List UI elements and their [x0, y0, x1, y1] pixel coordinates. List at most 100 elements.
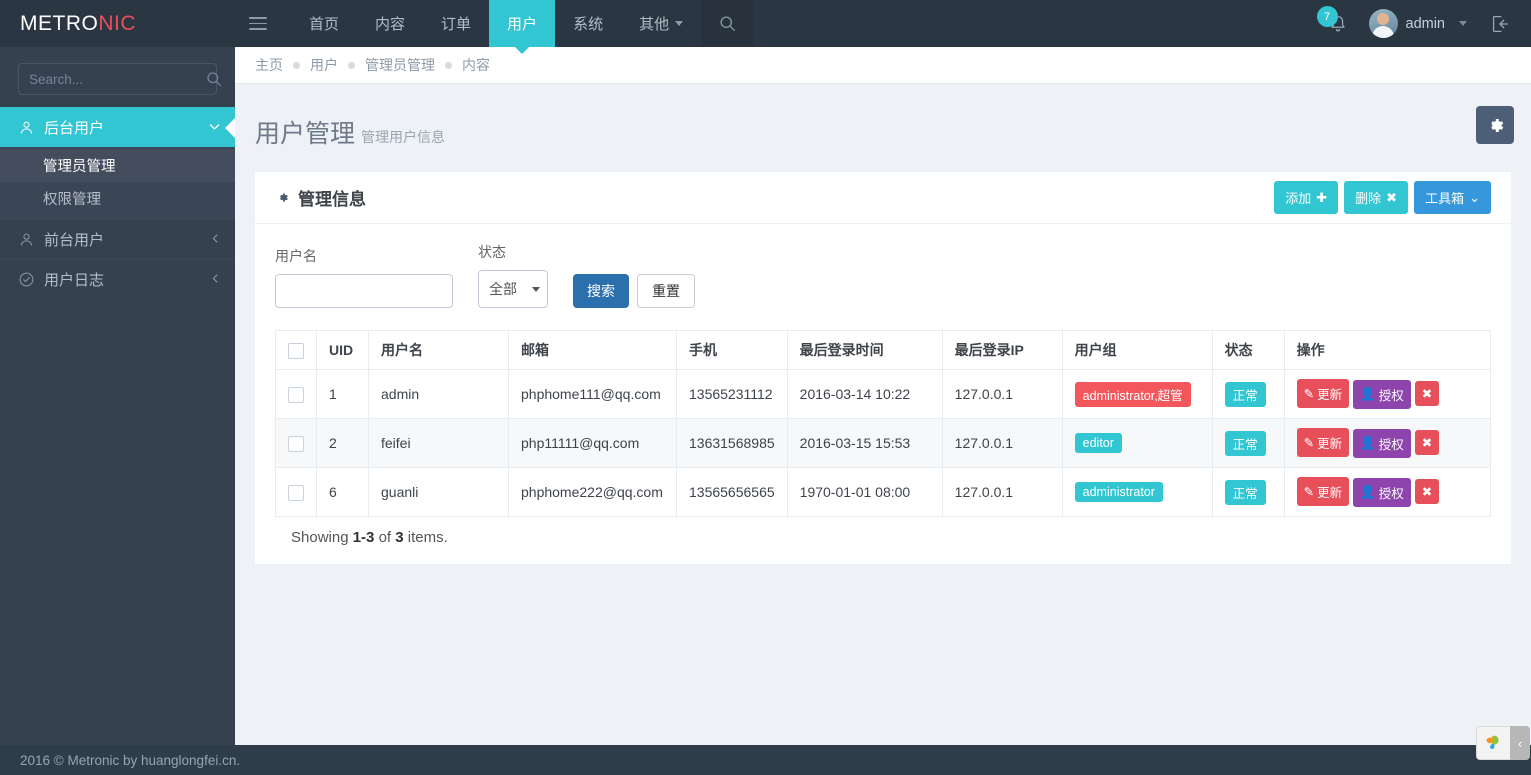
header-right-tools: 7 admin [1313, 0, 1531, 47]
portlet-header: 管理信息 添加 ✚ 删除 ✖ 工具箱 ⌄ [255, 172, 1511, 224]
page-title-text: 用户管理 [255, 120, 356, 148]
user-icon: 👤 [1360, 485, 1376, 499]
sidebar-item-backend-users[interactable]: 后台用户 [0, 107, 235, 147]
sidebar: 后台用户 管理员管理 权限管理 前台用户 用户日志 [0, 47, 235, 775]
sidebar-item-user-logs[interactable]: 用户日志 [0, 259, 235, 299]
table-row[interactable]: 1 admin phphome111@qq.com 13565231112 20… [275, 369, 1492, 419]
group-badge: administrator [1074, 482, 1163, 502]
status-select[interactable]: 全部 [478, 270, 548, 308]
cell-actions: ✎ 更新 👤 授权 ✖ [1283, 467, 1492, 517]
add-button-label: 添加 [1285, 191, 1312, 206]
authorize-button[interactable]: 👤 授权 [1353, 380, 1411, 409]
row-checkbox[interactable] [288, 484, 304, 501]
logout-button[interactable] [1479, 0, 1531, 47]
remove-button[interactable]: ✖ [1414, 381, 1440, 406]
th-phone: 手机 [676, 330, 788, 370]
filter-buttons: 搜索 重置 [573, 274, 695, 308]
sidebar-item-frontend-users[interactable]: 前台用户 [0, 219, 235, 259]
breadcrumb-item-users[interactable]: 用户 [310, 55, 338, 75]
th-group: 用户组 [1061, 330, 1213, 370]
authorize-button-label: 授权 [1378, 438, 1404, 452]
breadcrumb-item-home[interactable]: 主页 [255, 55, 283, 75]
update-button[interactable]: ✎ 更新 [1296, 379, 1350, 408]
remove-button[interactable]: ✖ [1414, 479, 1440, 504]
cell-last-login-ip: 127.0.0.1 [941, 467, 1063, 517]
cell-group: administrator [1061, 467, 1213, 517]
header-search-button[interactable] [701, 0, 754, 47]
th-username: 用户名 [368, 330, 509, 370]
sidebar-item-permission-management[interactable]: 权限管理 [0, 182, 235, 215]
chevron-down-icon [1459, 21, 1467, 26]
row-select-cell [275, 418, 317, 468]
sidebar-search [0, 47, 235, 107]
content-area: 主页 用户 管理员管理 内容 用户管理 管理用户信息 管理信息 添加 ✚ 删除 … [235, 47, 1531, 775]
table-header-row: UID 用户名 邮箱 手机 最后登录时间 最后登录IP 用户组 状态 操作 [275, 330, 1492, 370]
users-icon [18, 231, 44, 248]
close-icon: ✖ [1386, 189, 1398, 205]
nav-item-other[interactable]: 其他 [621, 0, 701, 47]
update-button-label: 更新 [1317, 486, 1343, 500]
row-checkbox[interactable] [288, 386, 304, 403]
table-row[interactable]: 2 feifei php11111@qq.com 13631568985 201… [275, 418, 1492, 468]
footer-text: 2016 © Metronic by huanglongfei.cn. [20, 752, 241, 768]
th-select-all [275, 330, 317, 370]
status-filter-group: 状态 全部 [478, 242, 548, 308]
cell-status: 正常 [1211, 418, 1285, 468]
brand-text: METRONIC [20, 12, 136, 36]
sidebar-search-box[interactable] [18, 63, 222, 95]
search-button[interactable]: 搜索 [573, 274, 629, 308]
extension-collapse-button[interactable]: ‹ [1510, 726, 1530, 760]
chevron-down-icon [675, 21, 684, 26]
nav-item-users[interactable]: 用户 [489, 0, 556, 54]
update-button[interactable]: ✎ 更新 [1296, 477, 1350, 506]
table-row[interactable]: 6 guanli phphome222@qq.com 13565656565 1… [275, 467, 1492, 517]
check-circle-icon [18, 271, 44, 288]
user-icon: 👤 [1360, 387, 1376, 401]
user-menu-button[interactable]: admin [1363, 0, 1480, 47]
remove-button[interactable]: ✖ [1414, 430, 1440, 455]
status-select-wrap: 全部 [478, 270, 548, 308]
cell-last-login-ip: 127.0.0.1 [941, 369, 1063, 419]
row-checkbox[interactable] [288, 435, 304, 452]
menu-toggle-button[interactable] [235, 0, 281, 47]
brand-logo[interactable]: METRONIC [0, 0, 235, 47]
brand-suffix: NIC [98, 11, 136, 35]
nav-item-system[interactable]: 系统 [555, 0, 621, 47]
nav-label: 首页 [309, 16, 340, 33]
toolbox-button[interactable]: 工具箱 ⌄ [1414, 181, 1491, 214]
notifications-button[interactable]: 7 [1313, 0, 1363, 47]
portlet-body: 用户名 状态 全部 搜索 重置 UID 用户名 邮箱 手机 最后登录时间 最后登… [255, 224, 1511, 564]
breadcrumb-separator [293, 61, 300, 69]
nav-item-home[interactable]: 首页 [291, 0, 357, 47]
extension-logo-icon[interactable] [1476, 726, 1510, 760]
add-button[interactable]: 添加 ✚ [1274, 181, 1339, 214]
gear-icon [280, 193, 288, 202]
close-icon: ✖ [1421, 387, 1433, 401]
search-icon[interactable] [206, 71, 222, 87]
leaf-icon [1485, 735, 1499, 750]
page-settings-button[interactable] [1476, 106, 1514, 144]
select-all-checkbox[interactable] [288, 342, 304, 359]
status-badge: 正常 [1224, 479, 1266, 505]
update-button[interactable]: ✎ 更新 [1296, 428, 1350, 457]
sidebar-item-admin-management[interactable]: 管理员管理 [0, 149, 235, 182]
page-title: 用户管理 管理用户信息 [255, 114, 1511, 150]
cell-group: administrator,超管 [1061, 369, 1213, 419]
delete-button[interactable]: 删除 ✖ [1344, 181, 1409, 214]
cell-status: 正常 [1211, 467, 1285, 517]
cell-actions: ✎ 更新 👤 授权 ✖ [1283, 369, 1492, 419]
status-filter-label: 状态 [478, 244, 506, 260]
authorize-button[interactable]: 👤 授权 [1353, 429, 1411, 458]
username-input[interactable] [275, 274, 453, 308]
authorize-button[interactable]: 👤 授权 [1353, 478, 1411, 507]
nav-item-orders[interactable]: 订单 [423, 0, 489, 47]
nav-item-content[interactable]: 内容 [357, 0, 423, 47]
breadcrumb-item-admin-management[interactable]: 管理员管理 [365, 55, 435, 75]
search-input[interactable] [29, 71, 206, 87]
breadcrumb-item-content[interactable]: 内容 [462, 55, 490, 75]
summary-total: 3 [395, 529, 404, 546]
th-email: 邮箱 [508, 330, 677, 370]
summary-prefix: Showing [291, 529, 353, 546]
reset-button[interactable]: 重置 [637, 274, 695, 308]
breadcrumb: 主页 用户 管理员管理 内容 [255, 55, 490, 75]
